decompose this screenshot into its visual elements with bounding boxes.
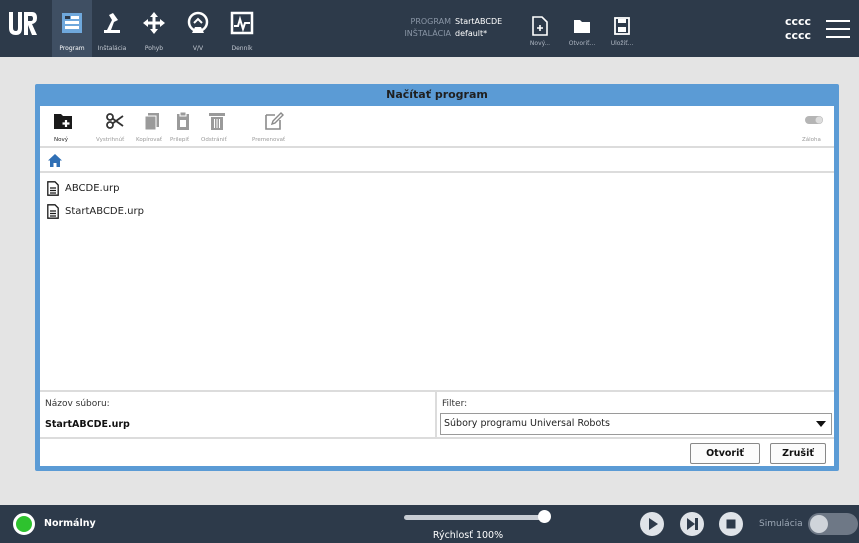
paste-icon <box>177 111 189 130</box>
paste-button[interactable]: Prilepiť <box>170 106 196 146</box>
speed-slider-handle[interactable] <box>538 510 551 523</box>
status-indicator-icon[interactable] <box>13 513 35 535</box>
filename-label: Názov súboru: <box>45 399 110 409</box>
dialog-title: Načítať program <box>386 88 488 101</box>
tab-io-label: V/V <box>192 45 204 52</box>
move-icon <box>143 12 165 34</box>
ur-logo <box>6 9 40 39</box>
io-icon <box>187 11 209 33</box>
list-item[interactable]: StartABCDE.urp <box>47 201 144 221</box>
file-list: ABCDE.urp StartABCDE.urp <box>40 175 834 388</box>
simulation-toggle[interactable] <box>808 513 858 535</box>
file-name: ABCDE.urp <box>65 182 120 194</box>
backup-toggle-icon <box>805 116 823 124</box>
installation-name: default* <box>455 28 488 38</box>
installation-key: INŠTALÁCIA <box>404 28 451 38</box>
rename-button[interactable]: Premenovať <box>252 106 296 146</box>
save-program-label: Uložiť... <box>610 40 634 47</box>
step-icon <box>687 518 698 530</box>
copy-label: Kopírovať <box>136 137 163 143</box>
file-name: StartABCDE.urp <box>65 205 144 217</box>
delete-button[interactable]: Odstrániť <box>200 106 234 146</box>
tab-log-label: Denník <box>231 45 253 52</box>
open-program-button[interactable]: Otvoriť... <box>562 0 602 57</box>
step-button[interactable] <box>680 512 704 536</box>
play-button[interactable] <box>640 512 664 536</box>
user-line-1: cccc <box>785 15 812 28</box>
simulation-label: Simulácia <box>759 519 803 529</box>
filter-box: Filter: Súbory programu Universal Robots <box>440 392 834 437</box>
paste-label: Prilepiť <box>170 137 190 143</box>
tab-installation-label: Inštalácia <box>97 45 127 52</box>
home-icon[interactable] <box>48 154 62 167</box>
tab-log[interactable]: Denník <box>224 0 260 57</box>
file-fields: Názov súboru: StartABCDE.urp Filter: Súb… <box>40 390 834 439</box>
new-folder-button[interactable]: Nový <box>52 106 74 146</box>
trash-icon <box>209 113 225 130</box>
play-icon <box>649 518 658 530</box>
stop-button[interactable] <box>719 512 743 536</box>
program-name: StartABCDE <box>455 16 503 26</box>
tab-io[interactable]: V/V <box>180 0 216 57</box>
new-folder-label: Nový <box>54 137 68 143</box>
filter-selected-value: Súbory programu Universal Robots <box>444 418 610 429</box>
filename-box[interactable]: Názov súboru: StartABCDE.urp <box>40 392 437 437</box>
program-icon <box>62 13 82 33</box>
scissors-icon <box>106 113 124 129</box>
stop-icon <box>726 519 736 529</box>
list-item[interactable]: ABCDE.urp <box>47 178 120 198</box>
filter-label: Filter: <box>442 399 468 409</box>
chevron-down-icon[interactable] <box>816 421 826 427</box>
log-icon <box>230 11 254 35</box>
tab-installation[interactable]: Inštalácia <box>94 0 130 57</box>
file-toolbar: Nový Vystrihnúť Kopírovať Prilepiť Odstr… <box>40 106 834 148</box>
save-program-button[interactable]: Uložiť... <box>602 0 642 57</box>
new-file-icon <box>532 16 548 36</box>
backup-button[interactable]: Záloha <box>800 106 828 146</box>
copy-button[interactable]: Kopírovať <box>136 106 168 146</box>
tab-move-label: Pohyb <box>144 45 164 52</box>
breadcrumb <box>40 149 834 173</box>
new-program-label: Nový... <box>529 40 551 47</box>
filter-select[interactable]: Súbory programu Universal Robots <box>440 413 832 435</box>
dialog-body: Nový Vystrihnúť Kopírovať Prilepiť Odstr… <box>40 106 834 466</box>
robot-status: Normálny <box>44 518 96 529</box>
new-program-button[interactable]: Nový... <box>520 0 560 57</box>
cut-button[interactable]: Vystrihnúť <box>96 106 132 146</box>
save-icon <box>614 17 630 35</box>
rename-edit-icon <box>265 112 284 130</box>
open-button[interactable]: Otvoriť <box>690 443 760 464</box>
hamburger-menu-icon[interactable] <box>826 20 850 38</box>
bottom-bar: Normálny Rýchlosť 100% Simulácia <box>0 505 859 543</box>
rename-label: Premenovať <box>252 137 286 143</box>
installation-icon <box>104 13 120 33</box>
filename-field[interactable]: StartABCDE.urp <box>45 419 130 430</box>
program-file-icon <box>47 180 59 196</box>
program-key: PROGRAM <box>410 16 452 26</box>
simulation-toggle-knob <box>810 515 828 533</box>
speed-slider[interactable] <box>404 515 544 520</box>
top-bar: Chod Program Inštalácia Pohyb V/V <box>0 0 859 57</box>
program-info: PROGRAM StartABCDE INŠTALÁCIA default* <box>380 15 520 39</box>
open-program-label: Otvoriť... <box>568 40 596 47</box>
tab-program[interactable]: Program <box>52 0 92 57</box>
new-folder-icon <box>54 114 72 129</box>
tab-move[interactable]: Pohyb <box>136 0 172 57</box>
backup-label: Záloha <box>802 137 821 143</box>
cut-label: Vystrihnúť <box>96 137 125 143</box>
open-folder-icon <box>574 20 590 33</box>
cancel-button[interactable]: Zrušiť <box>770 443 826 464</box>
user-line-2: cccc <box>785 29 812 42</box>
delete-label: Odstrániť <box>201 137 227 143</box>
program-file-icon <box>47 203 59 219</box>
load-program-dialog: Načítať program Nový Vystrihnúť Kopírova… <box>35 84 839 471</box>
speed-readout: Rýchlosť 100% <box>432 530 504 541</box>
copy-icon <box>144 113 159 131</box>
